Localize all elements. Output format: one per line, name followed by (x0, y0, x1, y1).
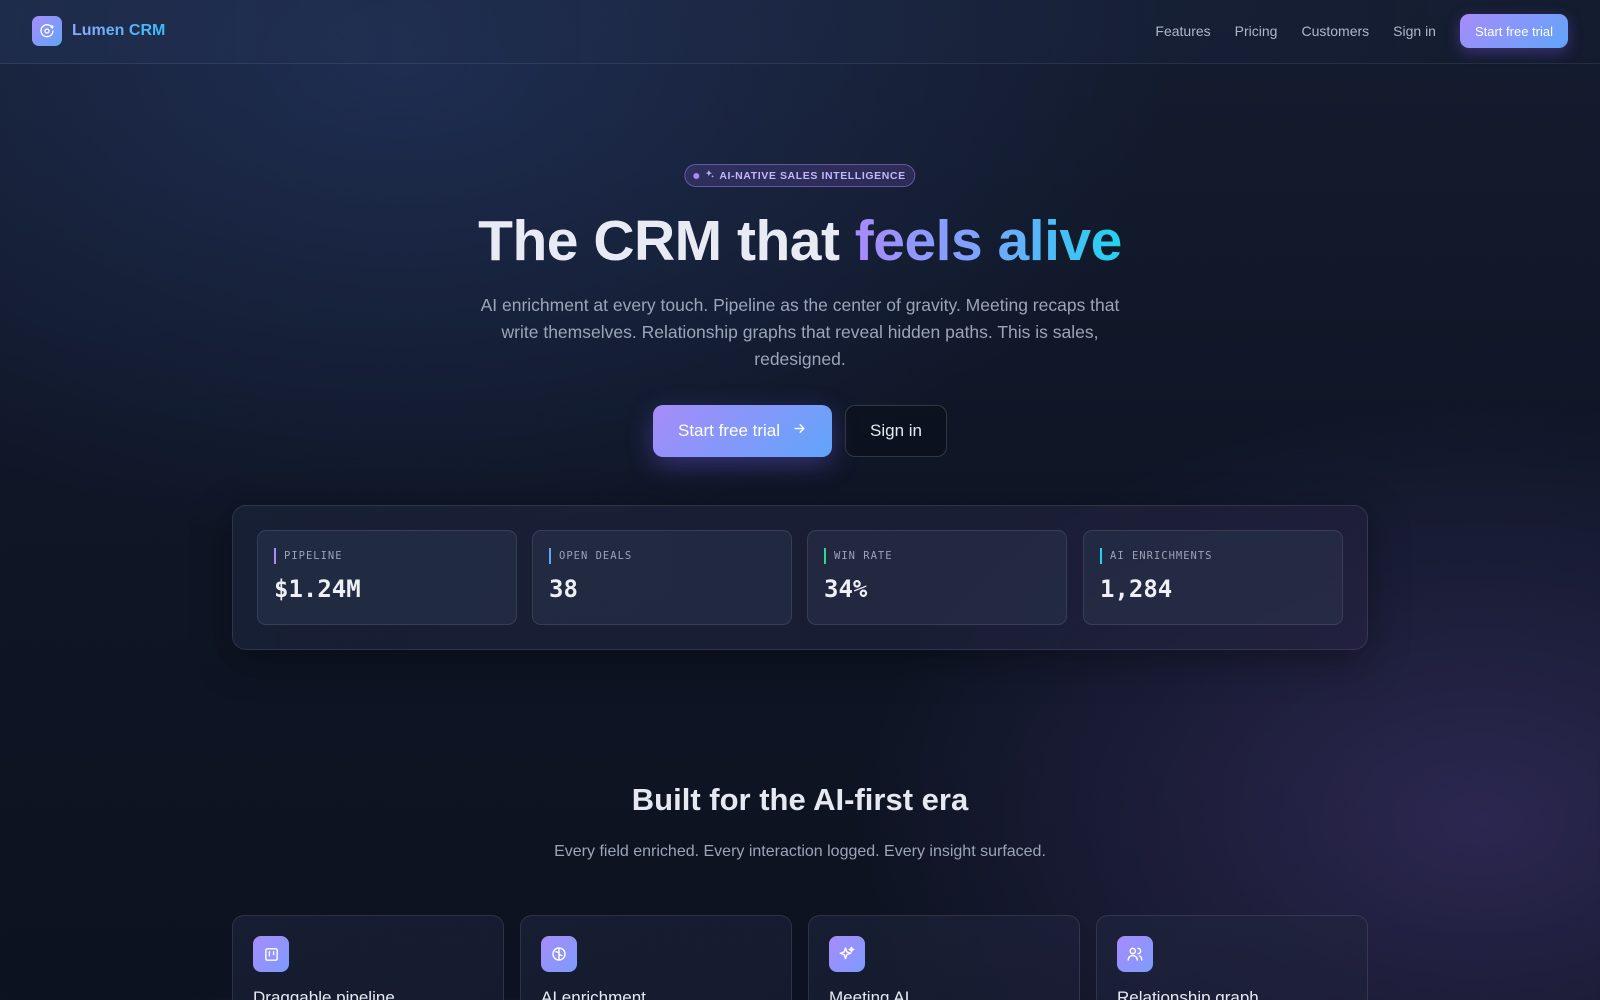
nav-link-features[interactable]: Features (1155, 14, 1210, 48)
stat-value: $1.24M (274, 575, 361, 603)
nav-link-pricing[interactable]: Pricing (1235, 14, 1278, 48)
features-section-title: Built for the AI-first era (631, 782, 969, 817)
brand-name: Lumen CRM (72, 22, 166, 39)
kanban-icon (253, 936, 289, 972)
brain-icon (541, 936, 577, 972)
nav-links: Features Pricing Customers Sign in Start… (1131, 14, 1568, 48)
arrow-right-icon (792, 421, 807, 441)
nav-link-sign-in[interactable]: Sign in (1393, 14, 1436, 48)
hero-cta-group: Start free trial Sign in (0, 405, 1600, 457)
hero-badge: AI-NATIVE SALES INTELLIGENCE (684, 164, 916, 187)
stats-panel: PIPELINE $1.24M OPEN DEALS 38 WIN RATE 3… (232, 505, 1368, 650)
hero-subtitle: AI enrichment at every touch. Pipeline a… (480, 295, 1120, 369)
badge-dot (693, 172, 700, 179)
stat-card-ai-enrichments: AI ENRICHMENTS 1,284 (1083, 530, 1343, 625)
hero-start-trial-label: Start free trial (677, 421, 781, 440)
stat-label: PIPELINE (274, 548, 343, 564)
sparkle-icon (704, 167, 715, 185)
stat-card-open-deals: OPEN DEALS 38 (532, 530, 792, 625)
stat-value: 34% (824, 575, 868, 603)
feature-card-relationship-graph[interactable]: Relationship graph (1096, 915, 1368, 1000)
nav-link-customers[interactable]: Customers (1301, 14, 1369, 48)
stat-label: AI ENRICHMENTS (1100, 548, 1213, 564)
top-navbar: Lumen CRM Features Pricing Customers Sig… (0, 0, 1600, 64)
feature-title: AI enrichment (541, 988, 646, 1000)
feature-card-meeting-ai[interactable]: Meeting AI (808, 915, 1080, 1000)
hero-title-plain: The CRM that (478, 209, 855, 273)
hero-sign-in-button[interactable]: Sign in (845, 405, 948, 457)
stat-value: 1,284 (1100, 575, 1173, 603)
hero-title: The CRM that feels alive (0, 208, 1600, 274)
feature-card-ai-enrichment[interactable]: AI enrichment (520, 915, 792, 1000)
feature-title: Draggable pipeline (253, 988, 395, 1000)
stat-label: WIN RATE (824, 548, 893, 564)
stat-label: OPEN DEALS (549, 548, 632, 564)
feature-card-pipeline[interactable]: Draggable pipeline (232, 915, 504, 1000)
stat-value: 38 (549, 575, 578, 603)
hero-title-highlight: feels alive (854, 209, 1123, 273)
hero-start-trial-button[interactable]: Start free trial (652, 405, 833, 457)
badge-label: AI-NATIVE SALES INTELLIGENCE (719, 169, 906, 182)
feature-title: Relationship graph (1117, 988, 1259, 1000)
feature-title: Meeting AI (829, 988, 910, 1000)
orbit-icon (32, 16, 62, 46)
brand[interactable]: Lumen CRM (32, 16, 165, 46)
nav-start-trial-button[interactable]: Start free trial (1459, 14, 1568, 48)
features-section-subtitle: Every field enriched. Every interaction … (554, 843, 1046, 860)
users-icon (1117, 936, 1153, 972)
stat-card-win-rate: WIN RATE 34% (807, 530, 1067, 625)
stat-card-pipeline: PIPELINE $1.24M (257, 530, 517, 625)
sparkles-icon (829, 936, 865, 972)
